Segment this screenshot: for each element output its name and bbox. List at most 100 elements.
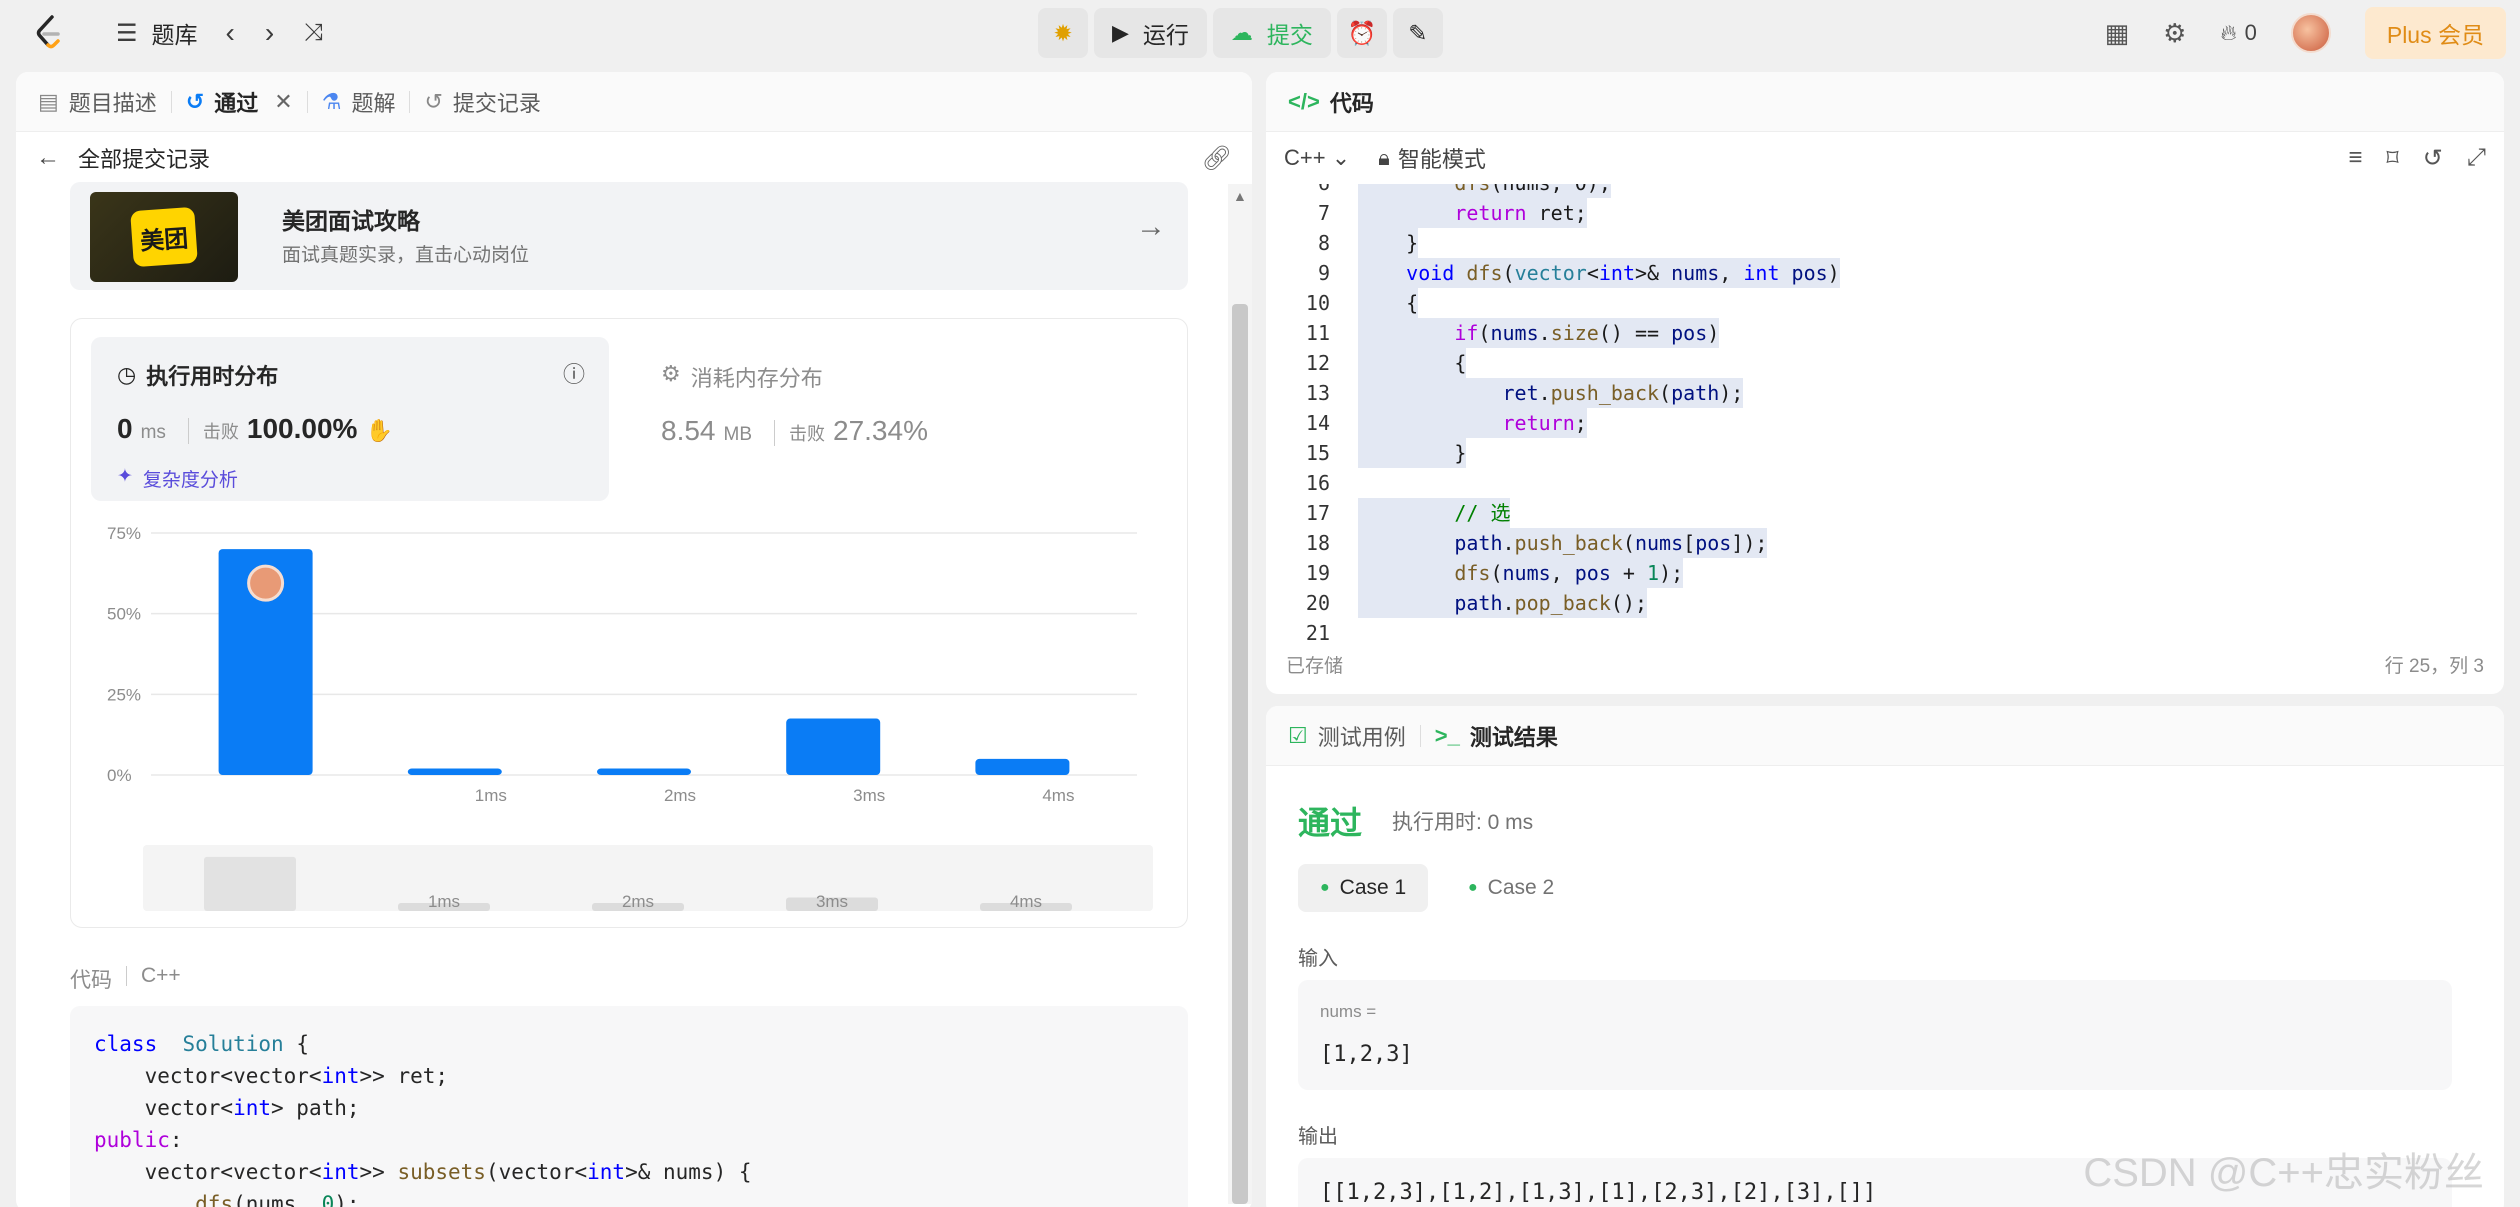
- output-value: [[1,2,3],[1,2],[1,3],[1],[2,3],[2],[3],[…: [1320, 1180, 1877, 1205]
- editor-line[interactable]: 6 dfs(nums, 0);: [1266, 184, 2504, 198]
- code-token: pos: [1695, 531, 1732, 555]
- editor-line[interactable]: 14 return;: [1266, 408, 2504, 438]
- code-line: class Solution {: [94, 1028, 1164, 1060]
- user-avatar[interactable]: [2290, 13, 2331, 53]
- debug-button[interactable]: ✹: [1038, 8, 1088, 58]
- code-token: >&: [1634, 261, 1672, 285]
- code-token: {: [1358, 291, 1419, 315]
- layout-grid-icon[interactable]: ▦: [2105, 18, 2130, 49]
- chart-bar[interactable]: [407, 768, 502, 775]
- editor-line[interactable]: 19 dfs(nums, pos + 1);: [1266, 558, 2504, 588]
- info-icon[interactable]: ⓘ: [563, 357, 585, 389]
- code-editor[interactable]: 6 dfs(nums, 0);7 return ret;8 }9 void df…: [1266, 184, 2504, 646]
- next-problem-icon[interactable]: ›: [265, 17, 274, 49]
- code-token: return: [1502, 411, 1575, 435]
- scrollbar-thumb[interactable]: [1232, 304, 1248, 1204]
- editor-line[interactable]: 12 {: [1266, 348, 2504, 378]
- editor-line[interactable]: 9 void dfs(vector<int>& nums, int pos): [1266, 258, 2504, 288]
- scroll-up-icon[interactable]: ▲: [1233, 188, 1247, 204]
- case-1-tab[interactable]: ● Case 1: [1298, 864, 1429, 912]
- runtime-range-slider[interactable]: 1ms 2ms 3ms 4ms: [143, 845, 1153, 911]
- close-tab-icon[interactable]: ✕: [274, 89, 292, 115]
- timer-button[interactable]: ⏰: [1336, 8, 1387, 58]
- tab-code[interactable]: </> 代码: [1288, 86, 1374, 118]
- code-token: {: [283, 1032, 309, 1056]
- prev-problem-icon[interactable]: ‹: [226, 17, 235, 49]
- plus-member-button[interactable]: Plus 会员: [2364, 7, 2506, 59]
- y-tick-label: 25%: [107, 685, 141, 704]
- editor-line[interactable]: 18 path.push_back(nums[pos]);: [1266, 528, 2504, 558]
- problem-bank-link[interactable]: ☰ 题库: [116, 16, 198, 50]
- code-token: >>: [359, 1160, 398, 1184]
- reset-icon[interactable]: ↺: [2423, 144, 2443, 173]
- leetcode-logo[interactable]: [34, 15, 64, 51]
- shuffle-icon[interactable]: ⤨: [304, 19, 323, 47]
- editor-line[interactable]: 15 }: [1266, 438, 2504, 468]
- tab-accepted[interactable]: ↺ 通过 ✕: [186, 86, 293, 118]
- note-button[interactable]: ✎: [1392, 8, 1443, 58]
- run-button[interactable]: ▶ 运行: [1094, 8, 1207, 58]
- case-2-label: Case 2: [1487, 876, 1555, 899]
- settings-gear-icon[interactable]: ⚙: [2163, 18, 2186, 49]
- chart-bar[interactable]: [975, 758, 1070, 775]
- code-token: .: [1538, 381, 1551, 405]
- fullscreen-icon[interactable]: ⤢: [2467, 144, 2486, 173]
- code-status-bar: 已存储 行 25，列 3: [1286, 651, 2484, 678]
- line-number: 6: [1266, 184, 1330, 198]
- line-source: dfs(nums, pos + 1);: [1358, 558, 1684, 588]
- lock-icon: 🔒︎: [1378, 145, 1390, 170]
- all-submissions-link[interactable]: 全部提交记录: [78, 142, 210, 174]
- editor-line[interactable]: 11 if(nums.size() == pos): [1266, 318, 2504, 348]
- editor-line[interactable]: 20 path.pop_back();: [1266, 588, 2504, 618]
- test-runtime: 执行用时: 0 ms: [1392, 811, 1534, 834]
- code-token: vector<vector<: [94, 1064, 322, 1088]
- share-link-icon[interactable]: 🔗︎: [1202, 144, 1232, 173]
- editor-line[interactable]: 7 return ret;: [1266, 198, 2504, 228]
- play-icon: ▶: [1112, 20, 1129, 45]
- bookmark-icon[interactable]: ⌑: [2386, 144, 2398, 173]
- language-select[interactable]: C++ ⌄: [1284, 145, 1350, 171]
- tab-submissions[interactable]: ↺ 提交记录: [424, 86, 540, 118]
- tab-description[interactable]: ▤ 题目描述: [38, 86, 157, 118]
- tab-solutions[interactable]: ⚗ 题解: [322, 86, 396, 118]
- code-token: (nums,: [233, 1192, 322, 1207]
- runtime-value-row: 0 ms 击败 100.00% ✋: [117, 413, 393, 445]
- editor-line[interactable]: 8 }: [1266, 228, 2504, 258]
- editor-line[interactable]: 16: [1266, 468, 2504, 498]
- smart-mode-label[interactable]: 智能模式: [1398, 142, 1486, 174]
- saved-status: 已存储: [1286, 656, 1344, 677]
- code-token: if: [1454, 321, 1479, 345]
- code-token: int: [321, 1160, 360, 1184]
- code-token: :: [169, 1128, 183, 1152]
- editor-line[interactable]: 17 // 选: [1266, 498, 2504, 528]
- runtime-box[interactable]: ◷ 执行用时分布 ⓘ 0 ms 击败 100.00% ✋ ✦ 复杂度分析: [91, 337, 609, 501]
- mini-tick-label: 1ms: [428, 892, 460, 911]
- runtime-distribution-chart[interactable]: 0% 25% 50% 75% 1ms 2ms 3ms 4ms: [71, 519, 1189, 839]
- tab-testcase[interactable]: ☑ 测试用例: [1288, 720, 1406, 752]
- memory-title[interactable]: ⚙ 消耗内存分布: [661, 361, 823, 393]
- format-icon[interactable]: ≡: [2348, 144, 2362, 173]
- tab-accepted-label: 通过: [214, 90, 259, 116]
- streak-counter[interactable]: 🔥︎ 0: [2220, 20, 2256, 46]
- case-2-tab[interactable]: ● Case 2: [1446, 864, 1576, 912]
- line-number: 19: [1305, 561, 1330, 585]
- chart-bar[interactable]: [786, 718, 881, 775]
- promo-card[interactable]: 美团 美团面试攻略 面试真题实录，直击心动岗位 →: [70, 182, 1188, 290]
- back-arrow-icon[interactable]: ←: [36, 144, 60, 172]
- checkbox-icon: ☑: [1288, 722, 1308, 748]
- complexity-analysis-link[interactable]: ✦ 复杂度分析: [117, 465, 238, 492]
- tab-test-result[interactable]: >_ 测试结果: [1435, 720, 1558, 752]
- code-token: nums: [1502, 561, 1551, 585]
- line-source: }: [1358, 438, 1467, 468]
- submit-button[interactable]: ☁ 提交: [1212, 8, 1331, 58]
- code-token: dfs: [1466, 261, 1503, 285]
- editor-line[interactable]: 21: [1266, 618, 2504, 646]
- editor-line[interactable]: 13 ret.push_back(path);: [1266, 378, 2504, 408]
- arrow-right-icon[interactable]: →: [1136, 210, 1166, 244]
- promo-title: 美团面试攻略: [282, 208, 420, 234]
- left-scrollbar[interactable]: ▲: [1228, 184, 1252, 1204]
- editor-line[interactable]: 10 {: [1266, 288, 2504, 318]
- chart-bar[interactable]: [597, 768, 691, 775]
